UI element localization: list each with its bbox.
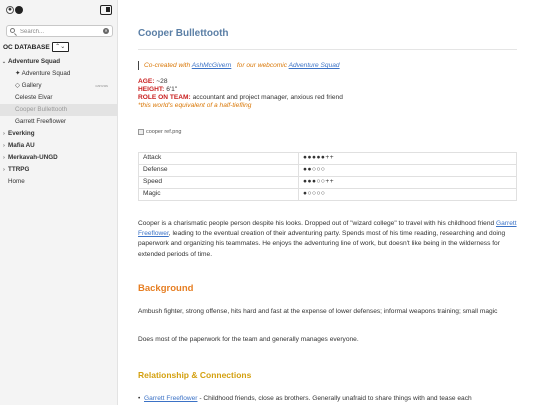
clear-icon[interactable]: ✕ xyxy=(103,28,109,34)
chevron-right-icon[interactable]: › xyxy=(0,152,8,164)
stat-name: Defense xyxy=(138,164,299,177)
sidebar-item[interactable]: ◇ Gallery canvas xyxy=(0,80,118,92)
tiefling-note: *this world's equivalent of a half-tiefl… xyxy=(138,102,252,109)
canvas-badge: canvas xyxy=(95,83,108,88)
stat-name: Speed xyxy=(138,176,299,189)
role-value: accountant and project manager, anxious … xyxy=(190,94,343,101)
height-value: 6'1" xyxy=(164,86,178,93)
stat-value: ●●●○○++ xyxy=(298,176,517,189)
table-row: Attack ●●●●●++ xyxy=(138,152,517,165)
file-tree: ⌄ Adventure Squad ✦ Adventure Squad ◇ Galle… xyxy=(0,56,118,188)
background-heading: Background xyxy=(138,283,194,294)
credit-middle: for our webcomic xyxy=(231,62,289,69)
sidebar: ✹ ✕ OC DATABASE ⌃⌄ ⌄Adventure Squad ✦ Adv… xyxy=(0,0,118,405)
sidebar-item-label: ◇ Gallery xyxy=(15,82,42,89)
page-title: Cooper Bullettooth xyxy=(138,28,229,39)
image-alt-text: cooper ref.png xyxy=(146,129,182,135)
sidebar-item[interactable]: ✦ Adventure Squad xyxy=(0,68,118,80)
relationship-text: - Childhood friends, close as brothers. … xyxy=(197,395,472,402)
moon-icon[interactable] xyxy=(15,6,23,14)
stat-value: ●○○○○ xyxy=(298,188,517,201)
credit-callout: Co-created with AshMcGivern for our webc… xyxy=(138,61,340,70)
intro-part2: , leading to the eventual creation of th… xyxy=(138,230,506,258)
reference-image[interactable]: cooper ref.png xyxy=(138,128,181,137)
chevron-right-icon[interactable]: › xyxy=(0,164,8,176)
sidebar-item[interactable]: Celeste Elvar xyxy=(0,92,118,104)
sidebar-item[interactable]: › Merkavah-UNGD xyxy=(0,152,118,164)
intro-part1: Cooper is a charismatic people person de… xyxy=(138,220,497,227)
sidebar-item-label: Home xyxy=(8,178,25,185)
sidebar-item-label: Merkavah-UNGD xyxy=(8,154,58,161)
database-title: OC DATABASE xyxy=(3,43,50,51)
credit-prefix: Co-created with xyxy=(144,62,192,69)
stat-name: Magic xyxy=(138,188,299,201)
garrett-relationship-link[interactable]: Garrett Freeflower xyxy=(144,395,198,402)
search-icon xyxy=(10,28,15,33)
main-content: Cooper Bullettooth Co-created with AshMc… xyxy=(118,0,540,405)
sidebar-item-label: TTRPG xyxy=(8,166,30,173)
sidebar-item-label: Everking xyxy=(8,130,35,137)
sidebar-item[interactable]: ⌄ Adventure Squad xyxy=(0,56,118,68)
age-value: ~28 xyxy=(154,78,168,85)
chevron-down-icon[interactable]: ⌄ xyxy=(0,56,8,68)
list-item: Garrett Freeflower - Childhood friends, … xyxy=(138,394,517,404)
relationships-heading: Relationship & Connections xyxy=(138,370,252,380)
sidebar-item-label: Celeste Elvar xyxy=(15,94,53,101)
sidebar-item-label: Adventure Squad xyxy=(8,58,61,65)
stat-name: Attack xyxy=(138,152,299,165)
stat-table: Attack ●●●●●++ Defense ●●○○○ Speed ●●●○○++ Mag… xyxy=(138,152,517,201)
sidebar-item[interactable]: › TTRPG xyxy=(0,164,118,176)
sidebar-header: ✹ xyxy=(0,0,117,22)
sidebar-item[interactable]: Home xyxy=(0,176,118,188)
height-label: HEIGHT: xyxy=(138,86,165,93)
role-label: ROLE ON TEAM: xyxy=(138,94,191,101)
background-paragraph-2: Does most of the paperwork for the team … xyxy=(138,336,359,343)
sidebar-item[interactable]: › Mafia AU xyxy=(0,140,118,152)
sun-icon[interactable]: ✹ xyxy=(6,6,14,14)
sidebar-item[interactable]: › Everking xyxy=(0,128,118,140)
background-paragraph-1: Ambush fighter, strong offense, hits har… xyxy=(138,308,498,315)
chevron-right-icon[interactable]: › xyxy=(0,140,8,152)
sidebar-item[interactable]: Cooper Bullettooth xyxy=(0,104,118,116)
age-label: AGE: xyxy=(138,78,155,85)
table-row: Speed ●●●○○++ xyxy=(138,176,517,189)
database-header: OC DATABASE ⌃⌄ xyxy=(3,42,69,52)
sidebar-item-label: Garrett Freeflower xyxy=(15,118,67,125)
title-divider xyxy=(138,49,517,50)
collapse-icon[interactable]: ⌃⌄ xyxy=(51,42,69,52)
sidebar-item-label: Cooper Bullettooth xyxy=(15,106,68,113)
character-stats: AGE: ~28 HEIGHT: 6'1" ROLE ON TEAM: acco… xyxy=(138,78,343,110)
webcomic-link[interactable]: Adventure Squad xyxy=(289,62,340,69)
author-link[interactable]: AshMcGivern xyxy=(192,62,232,69)
search-input[interactable] xyxy=(20,27,102,36)
sidebar-item-label: Mafia AU xyxy=(8,142,35,149)
stat-value: ●●●●●++ xyxy=(298,152,517,165)
intro-paragraph: Cooper is a charismatic people person de… xyxy=(138,219,517,260)
sidebar-item-label: ✦ Adventure Squad xyxy=(15,70,71,77)
stat-value: ●●○○○ xyxy=(298,164,517,177)
sidebar-toggle-icon[interactable] xyxy=(100,5,112,15)
sidebar-item[interactable]: Garrett Freeflower xyxy=(0,116,118,128)
theme-toggle[interactable]: ✹ xyxy=(6,6,23,14)
table-row: Defense ●●○○○ xyxy=(138,164,517,177)
chevron-right-icon[interactable]: › xyxy=(0,128,8,140)
table-row: Magic ●○○○○ xyxy=(138,188,517,201)
search-box[interactable]: ✕ xyxy=(6,25,113,37)
broken-image-icon xyxy=(138,129,144,136)
